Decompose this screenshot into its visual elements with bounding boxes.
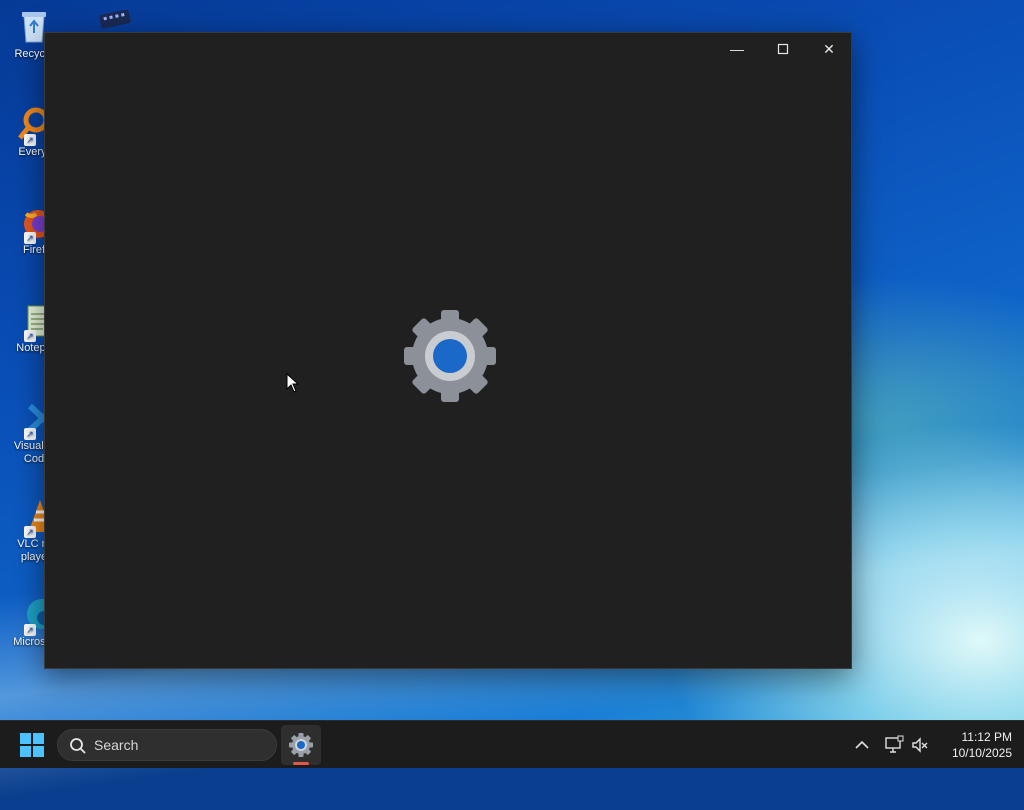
- taskbar: Search 11:12 PM 10/10/2025: [0, 720, 1024, 768]
- shortcut-arrow-icon: ↗: [24, 232, 36, 244]
- shortcut-arrow-icon: ↗: [24, 624, 36, 636]
- settings-window[interactable]: — ✕: [44, 32, 852, 669]
- search-placeholder: Search: [94, 737, 139, 753]
- clock-time: 11:12 PM: [961, 730, 1012, 744]
- windows-logo-icon: [20, 733, 44, 757]
- taskbar-app-settings[interactable]: [281, 725, 321, 765]
- tray-network-button[interactable]: [884, 735, 904, 755]
- shortcut-arrow-icon: ↗: [24, 428, 36, 440]
- tray-overflow-button[interactable]: [852, 735, 872, 755]
- close-button[interactable]: ✕: [806, 33, 852, 65]
- running-indicator: [293, 762, 309, 765]
- clock-date: 10/10/2025: [951, 746, 1012, 760]
- settings-gear-icon: [400, 306, 500, 406]
- network-icon: [885, 735, 904, 753]
- mouse-cursor-icon: [286, 373, 300, 393]
- settings-gear-icon: [289, 733, 313, 757]
- taskbar-search-box[interactable]: Search: [57, 729, 277, 761]
- maximize-button[interactable]: [760, 33, 806, 65]
- search-icon: [70, 738, 86, 754]
- taskbar-clock[interactable]: 11:12 PM 10/10/2025: [936, 729, 1012, 761]
- tray-volume-button[interactable]: [910, 735, 930, 755]
- shortcut-arrow-icon: ↗: [24, 526, 36, 538]
- desktop-icon-media[interactable]: [88, 4, 138, 34]
- start-button[interactable]: [12, 729, 52, 761]
- minimize-button[interactable]: —: [714, 33, 760, 65]
- maximize-icon: [777, 43, 789, 55]
- shortcut-arrow-icon: ↗: [24, 134, 36, 146]
- shortcut-arrow-icon: ↗: [24, 330, 36, 342]
- film-icon: [98, 9, 131, 29]
- chevron-up-icon: [855, 740, 869, 749]
- volume-muted-icon: [912, 737, 928, 753]
